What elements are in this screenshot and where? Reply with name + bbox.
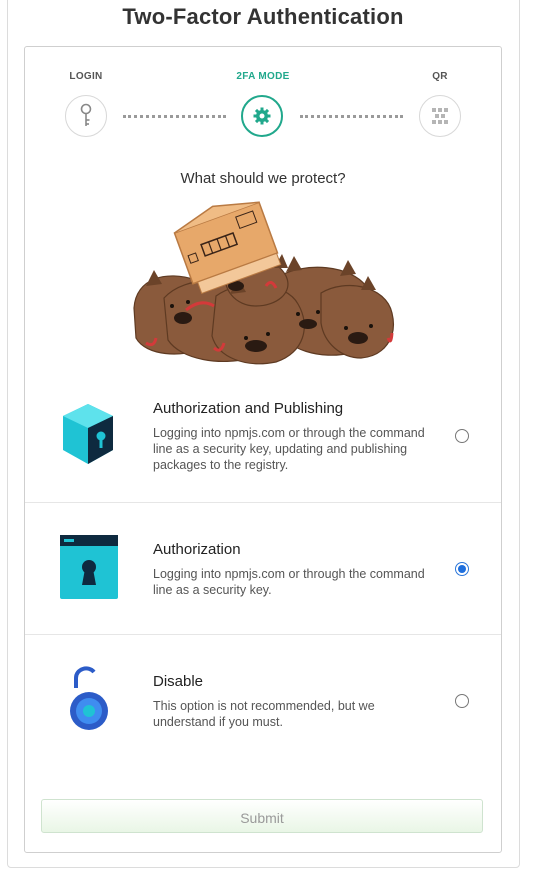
locked-cube-icon	[63, 404, 113, 464]
step-label-2fa-mode: 2FA MODE	[236, 71, 290, 82]
option-title: Authorization and Publishing	[153, 400, 344, 417]
page-title: Two-Factor Authentication	[122, 4, 404, 29]
option-authorization[interactable]: Authorization Logging into npmjs.com or …	[25, 503, 501, 633]
gear-icon	[253, 107, 271, 125]
radio-disable[interactable]	[455, 694, 469, 708]
option-description: This option is not recommended, but we u…	[153, 699, 375, 729]
submit-button[interactable]: Submit	[41, 799, 483, 833]
option-disable[interactable]: Disable This option is not recommended, …	[25, 635, 501, 775]
qr-code-icon	[432, 108, 448, 124]
step-connector	[300, 115, 403, 118]
step-connector	[123, 115, 226, 118]
step-label-login: LOGIN	[69, 71, 103, 82]
step-login	[65, 95, 107, 137]
option-description: Logging into npmjs.com or through the co…	[153, 567, 425, 597]
step-2fa-mode	[241, 95, 283, 137]
locked-window-icon	[60, 535, 118, 599]
option-description: Logging into npmjs.com or through the co…	[153, 426, 425, 472]
wombats-with-box-illustration	[133, 201, 394, 365]
option-authorization-and-publishing[interactable]: Authorization and Publishing Logging int…	[25, 382, 501, 502]
step-qr	[419, 95, 461, 137]
option-title: Disable	[153, 673, 204, 690]
radio-authorization-and-publishing[interactable]	[455, 429, 469, 443]
protect-question: What should we protect?	[180, 170, 346, 187]
key-icon	[80, 103, 92, 126]
step-label-qr: QR	[432, 71, 448, 82]
unlocked-padlock-icon	[70, 666, 108, 730]
radio-authorization[interactable]	[455, 562, 469, 576]
option-title: Authorization	[153, 541, 241, 558]
